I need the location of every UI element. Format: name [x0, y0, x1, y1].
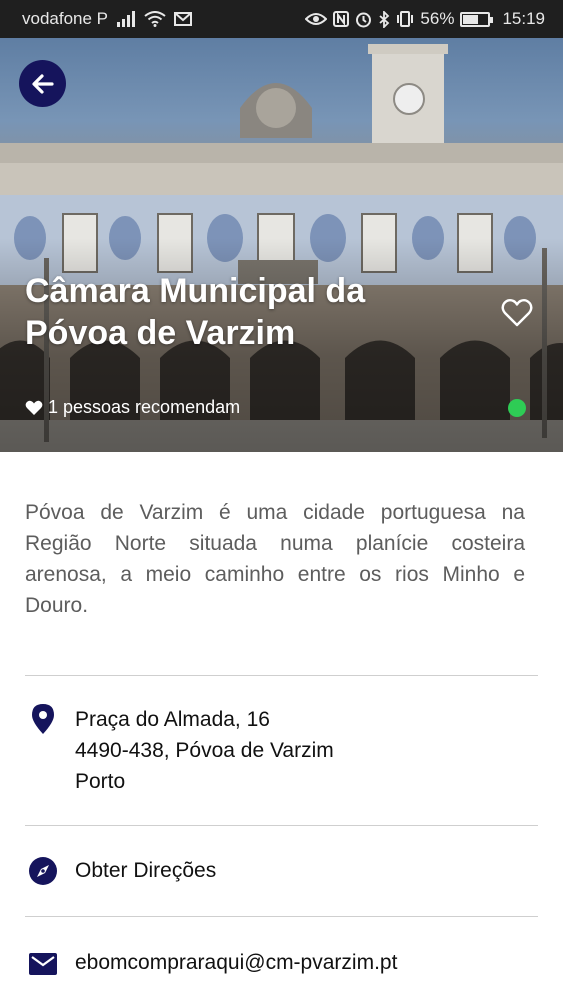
vibrate-icon: [396, 11, 414, 27]
recommendations: 1 pessoas recomendam: [25, 397, 240, 418]
email-address: ebomcompraraqui@cm-pvarzim.pt: [75, 951, 398, 974]
status-bar: vodafone P 56% 15:19: [0, 0, 563, 38]
open-status-indicator: [508, 399, 526, 417]
recommend-count-text: 1 pessoas recomendam: [48, 397, 241, 417]
signal-icon: [116, 11, 136, 27]
heart-icon: [25, 400, 43, 415]
address-row: Praça do Almada, 16 4490-438, Póvoa de V…: [25, 704, 538, 797]
divider: [25, 916, 538, 917]
back-button[interactable]: [19, 60, 66, 107]
place-title: Câmara Municipal da Póvoa de Varzim: [25, 272, 366, 352]
divider: [25, 825, 538, 826]
status-left: vodafone P: [22, 9, 193, 29]
nfc-icon: [333, 11, 350, 27]
address-line-street: Praça do Almada, 16: [75, 708, 270, 731]
wifi-icon: [144, 11, 166, 27]
get-directions-label: Obter Direções: [75, 859, 217, 882]
email-row[interactable]: ebomcompraraqui@cm-pvarzim.pt: [25, 947, 538, 978]
back-arrow-icon: [31, 73, 54, 94]
status-right: 56% 15:19: [305, 9, 545, 29]
favorite-button[interactable]: [500, 296, 534, 330]
gmail-icon: [174, 12, 193, 26]
divider: [25, 675, 538, 676]
bluetooth-icon: [378, 10, 390, 28]
clock: 15:19: [502, 9, 545, 28]
address-line-postcode: 4490-438, Póvoa de Varzim: [75, 739, 334, 762]
location-pin-icon: [25, 704, 61, 734]
address-text: Praça do Almada, 16 4490-438, Póvoa de V…: [75, 704, 334, 797]
carrier-label: vodafone P: [22, 9, 109, 28]
address-line-district: Porto: [75, 770, 126, 793]
get-directions-row[interactable]: Obter Direções: [25, 855, 538, 886]
mail-icon: [25, 947, 61, 975]
compass-icon: [25, 855, 61, 885]
battery-percent: 56%: [420, 9, 455, 28]
heart-outline-icon: [501, 298, 533, 327]
alarm-icon: [355, 11, 372, 28]
eye-icon: [305, 12, 328, 26]
place-description: Póvoa de Varzim é uma cidade portuguesa …: [25, 501, 525, 617]
battery-icon: [460, 11, 494, 27]
hero-image: Câmara Municipal da Póvoa de Varzim 1 pe…: [0, 38, 563, 452]
